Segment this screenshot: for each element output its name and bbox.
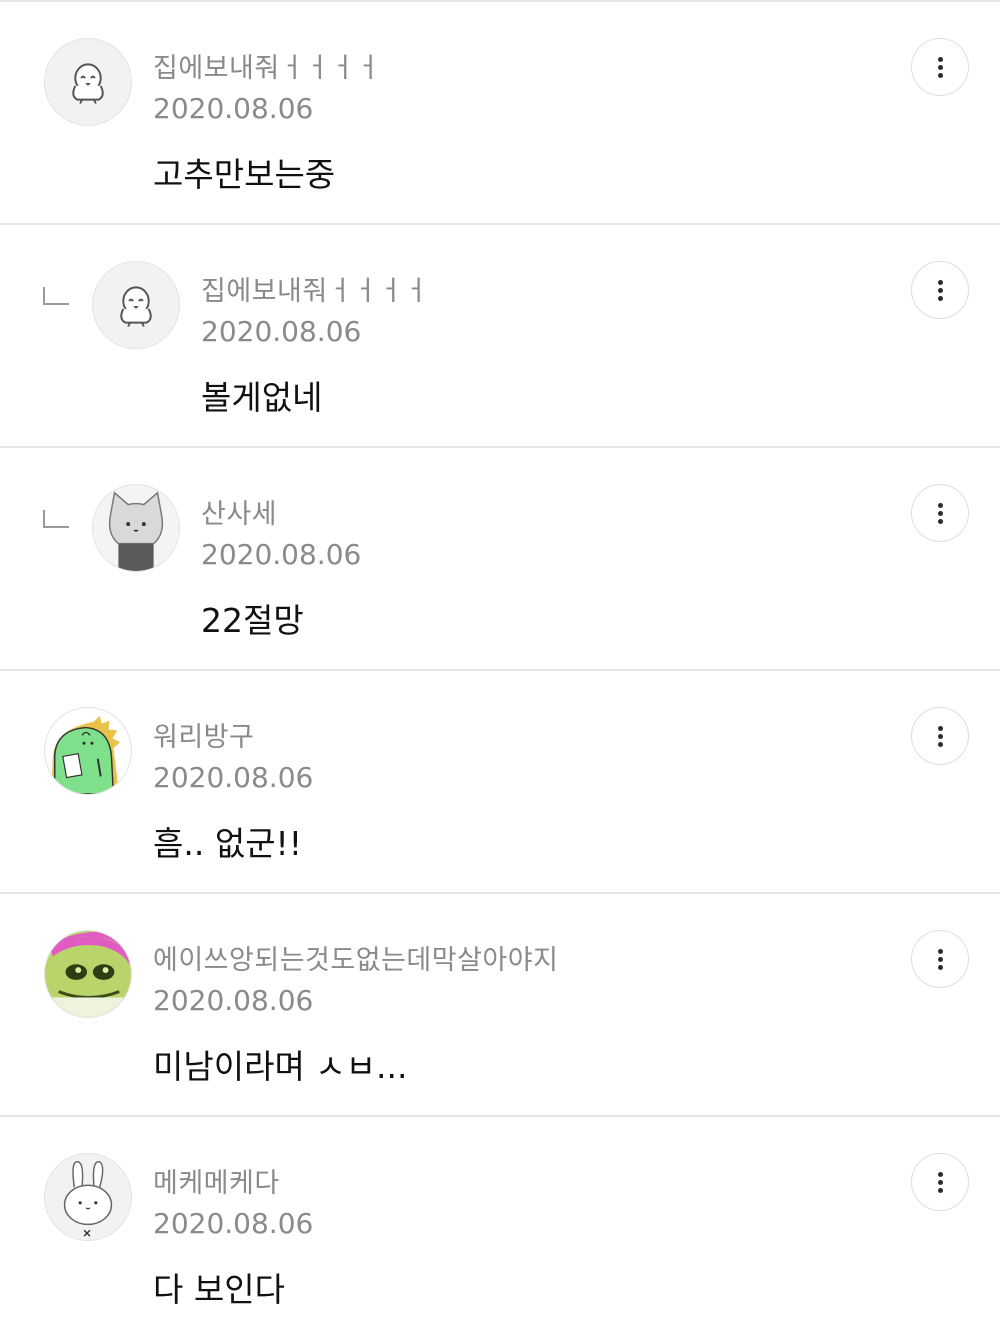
round-bird-character-icon [45, 39, 131, 125]
comment-date: 2020.08.06 [153, 92, 314, 125]
comment-item: 워리방구 2020.08.06 흠.. 없군!! [0, 671, 1000, 894]
avatar[interactable] [92, 261, 180, 349]
comment-item: 에이쓰앙되는것도없는데막살아야지 2020.08.06 미남이라며 ㅅㅂ... [0, 894, 1000, 1117]
reply-arrow-icon [43, 510, 69, 528]
comment-item: 메케메케다 2020.08.06 다 보인다 [0, 1117, 1000, 1340]
comment-text: 22절망 [201, 601, 304, 640]
green-dinosaur-character-icon [45, 708, 131, 794]
more-options-button[interactable] [911, 484, 969, 542]
comment-text: 흠.. 없군!! [153, 824, 303, 863]
round-bird-character-icon [93, 262, 179, 348]
more-vertical-icon [938, 726, 943, 731]
comment-author[interactable]: 메케메케다 [153, 1161, 280, 1200]
avatar[interactable] [44, 930, 132, 1018]
more-options-button[interactable] [911, 930, 969, 988]
more-vertical-icon [938, 57, 943, 62]
avatar[interactable] [44, 1153, 132, 1241]
more-options-button[interactable] [911, 38, 969, 96]
more-vertical-icon [938, 949, 943, 954]
more-vertical-icon [938, 503, 943, 508]
white-bunny-character-icon [45, 1154, 131, 1240]
comment-author[interactable]: 집에보내줘ㅓㅓㅓㅓ [153, 46, 381, 85]
avatar[interactable] [44, 38, 132, 126]
comment-text: 고추만보는중 [153, 155, 336, 194]
more-options-button[interactable] [911, 707, 969, 765]
avatar[interactable] [44, 707, 132, 795]
comment-author[interactable]: 집에보내줘ㅓㅓㅓㅓ [201, 269, 429, 308]
comment-item-reply: 집에보내줘ㅓㅓㅓㅓ 2020.08.06 볼게없네 [0, 225, 1000, 448]
comment-text: 볼게없네 [201, 378, 323, 417]
green-frog-pink-hair-character-icon [45, 931, 131, 1017]
comment-author[interactable]: 산사세 [201, 492, 277, 531]
more-options-button[interactable] [911, 1153, 969, 1211]
comment-text: 다 보인다 [153, 1270, 285, 1309]
comment-date: 2020.08.06 [201, 315, 362, 348]
comment-date: 2020.08.06 [153, 1207, 314, 1240]
comment-author[interactable]: 워리방구 [153, 715, 254, 754]
gray-cat-character-icon [93, 485, 179, 571]
comment-date: 2020.08.06 [153, 984, 314, 1017]
more-vertical-icon [938, 280, 943, 285]
more-vertical-icon [938, 1172, 943, 1177]
more-options-button[interactable] [911, 261, 969, 319]
comment-text: 미남이라며 ㅅㅂ... [153, 1047, 408, 1086]
comment-date: 2020.08.06 [201, 538, 362, 571]
comment-date: 2020.08.06 [153, 761, 314, 794]
reply-arrow-icon [43, 287, 69, 305]
comment-author[interactable]: 에이쓰앙되는것도없는데막살아야지 [153, 938, 558, 977]
comment-item-reply: 산사세 2020.08.06 22절망 [0, 448, 1000, 671]
comment-item: 집에보내줘ㅓㅓㅓㅓ 2020.08.06 고추만보는중 [0, 2, 1000, 225]
avatar[interactable] [92, 484, 180, 572]
